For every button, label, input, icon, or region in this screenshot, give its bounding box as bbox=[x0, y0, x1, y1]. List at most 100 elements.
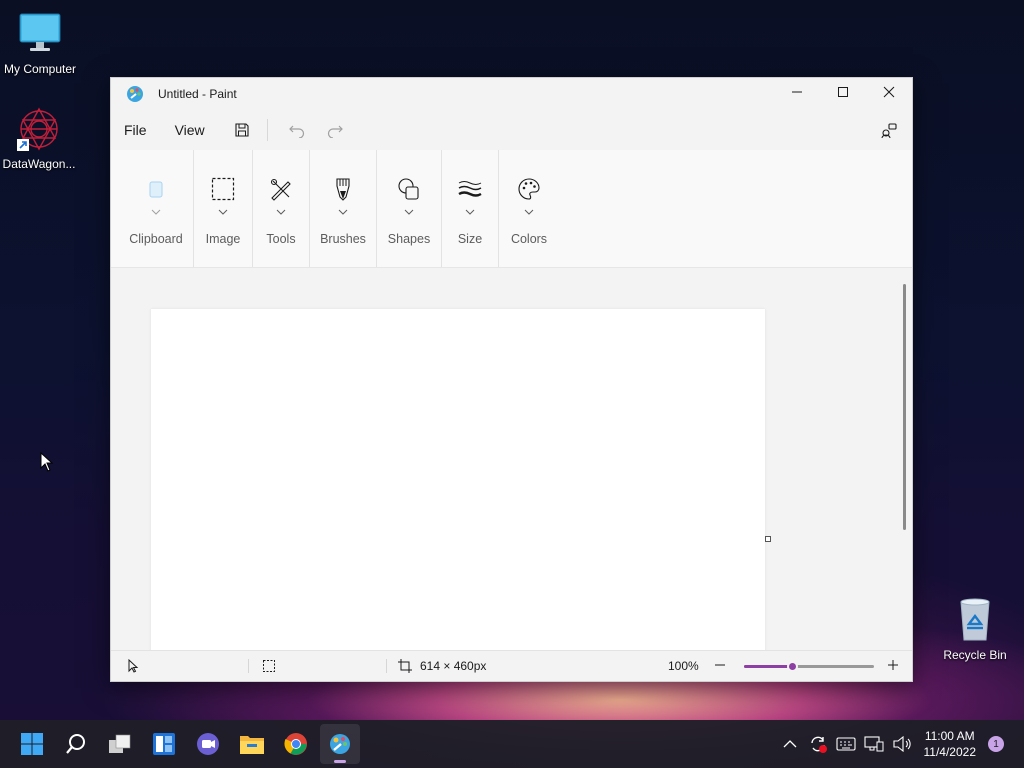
paint-taskbar-button[interactable] bbox=[320, 724, 360, 764]
sync-status-button[interactable] bbox=[806, 732, 830, 756]
paint-palette-icon bbox=[126, 85, 144, 103]
desktop-icon-datawagon[interactable]: DataWagon... bbox=[0, 105, 79, 171]
task-view-button[interactable] bbox=[100, 724, 140, 764]
canvas-size-icon bbox=[398, 659, 412, 673]
redo-icon bbox=[327, 125, 343, 138]
network-button[interactable] bbox=[862, 732, 886, 756]
ribbon-group-shapes[interactable]: Shapes bbox=[377, 150, 442, 267]
start-button[interactable] bbox=[12, 724, 52, 764]
close-button[interactable] bbox=[866, 78, 912, 106]
menu-divider bbox=[266, 119, 268, 141]
canvas-size-text: 614 × 460px bbox=[420, 659, 487, 673]
sync-icon bbox=[810, 736, 827, 753]
chevron-down-icon bbox=[276, 209, 286, 215]
network-icon bbox=[863, 736, 883, 752]
chevron-down-icon bbox=[218, 209, 228, 215]
minimize-icon bbox=[792, 91, 802, 93]
window-controls bbox=[774, 78, 912, 106]
brush-icon bbox=[336, 178, 350, 201]
notification-badge[interactable]: 1 bbox=[988, 736, 1004, 752]
maximize-button[interactable] bbox=[820, 78, 866, 106]
ribbon-group-tools[interactable]: Tools bbox=[253, 150, 310, 267]
palette-icon bbox=[518, 178, 540, 200]
pointer-position-icon bbox=[128, 659, 139, 673]
folder-icon bbox=[240, 736, 264, 754]
search-icon bbox=[66, 734, 85, 754]
paint-window: Untitled - Paint File View Clipboard Ima… bbox=[110, 77, 913, 682]
chrome-icon bbox=[284, 733, 307, 755]
mouse-cursor-icon bbox=[40, 451, 54, 477]
zoom-level[interactable]: 100% bbox=[668, 659, 699, 673]
selection-size-icon bbox=[263, 660, 275, 672]
taskbar: 11:00 AM 11/4/2022 1 bbox=[0, 720, 1024, 768]
selection-icon bbox=[211, 177, 235, 201]
ribbon-toolbar: Clipboard Image Tools Brushes Shapes Siz… bbox=[111, 150, 912, 268]
recycle-bin-icon bbox=[951, 596, 999, 644]
ribbon-group-clipboard[interactable]: Clipboard bbox=[119, 150, 194, 267]
menu-file[interactable]: File bbox=[111, 115, 161, 145]
start-icon bbox=[21, 733, 43, 755]
chevron-down-icon bbox=[465, 209, 475, 215]
ribbon-group-size[interactable]: Size bbox=[442, 150, 499, 267]
zoom-slider-fill bbox=[744, 665, 794, 668]
title-bar[interactable]: Untitled - Paint bbox=[111, 78, 912, 110]
stroke-size-icon bbox=[458, 181, 482, 197]
ribbon-group-label: Tools bbox=[266, 232, 296, 246]
chevron-down-icon bbox=[524, 209, 534, 215]
zoom-slider-thumb[interactable] bbox=[787, 661, 799, 672]
show-hidden-icons-button[interactable] bbox=[778, 732, 802, 756]
minus-icon bbox=[715, 664, 725, 666]
monitor-icon bbox=[16, 10, 64, 58]
undo-icon bbox=[288, 125, 304, 138]
save-button[interactable] bbox=[227, 115, 257, 145]
share-button[interactable] bbox=[874, 115, 904, 145]
datawagon-logo-icon bbox=[15, 105, 63, 153]
menu-bar: File View bbox=[111, 110, 912, 150]
file-explorer-button[interactable] bbox=[232, 724, 272, 764]
canvas-resize-handle[interactable] bbox=[765, 536, 771, 542]
clock[interactable]: 11:00 AM 11/4/2022 bbox=[924, 728, 977, 760]
widgets-button[interactable] bbox=[144, 724, 184, 764]
keyboard-icon bbox=[835, 737, 856, 751]
desktop-icon-label: My Computer bbox=[3, 62, 77, 76]
chevron-up-icon bbox=[783, 740, 796, 748]
shapes-icon bbox=[398, 178, 419, 200]
vertical-scrollbar[interactable] bbox=[903, 284, 906, 530]
task-view-icon bbox=[109, 734, 131, 753]
chat-button[interactable] bbox=[188, 724, 228, 764]
chevron-down-icon bbox=[338, 209, 348, 215]
chrome-button[interactable] bbox=[276, 724, 316, 764]
chat-icon bbox=[197, 733, 219, 755]
chevron-down-icon bbox=[151, 209, 161, 215]
ribbon-group-label: Clipboard bbox=[129, 232, 183, 246]
desktop-icon-label: Recycle Bin bbox=[943, 648, 1007, 662]
clipboard-icon bbox=[149, 181, 163, 198]
ribbon-group-label: Colors bbox=[510, 232, 548, 246]
minimize-button[interactable] bbox=[774, 78, 820, 106]
share-icon bbox=[881, 123, 897, 139]
desktop-icon-recycle-bin[interactable]: Recycle Bin bbox=[935, 596, 1015, 662]
plus-icon bbox=[888, 660, 898, 670]
ribbon-group-image[interactable]: Image bbox=[194, 150, 253, 267]
ribbon-group-label: Shapes bbox=[387, 232, 431, 246]
close-icon bbox=[883, 86, 895, 98]
drawing-canvas[interactable] bbox=[151, 309, 765, 650]
volume-button[interactable] bbox=[890, 732, 914, 756]
desktop-icon-my-computer[interactable]: My Computer bbox=[0, 10, 80, 76]
ribbon-group-label: Size bbox=[457, 232, 483, 246]
taskbar-search-button[interactable] bbox=[56, 724, 96, 764]
redo-button[interactable] bbox=[320, 115, 350, 145]
ribbon-group-label: Image bbox=[205, 232, 241, 246]
zoom-out-button[interactable] bbox=[714, 659, 726, 674]
zoom-slider[interactable] bbox=[744, 661, 874, 672]
zoom-in-button[interactable] bbox=[887, 659, 899, 674]
ribbon-group-colors[interactable]: Colors bbox=[499, 150, 559, 267]
maximize-icon bbox=[838, 87, 848, 97]
keyboard-button[interactable] bbox=[834, 732, 858, 756]
speaker-icon bbox=[892, 735, 911, 753]
widgets-icon bbox=[153, 733, 175, 755]
menu-view[interactable]: View bbox=[161, 115, 219, 145]
ribbon-group-brushes[interactable]: Brushes bbox=[310, 150, 377, 267]
undo-button[interactable] bbox=[282, 115, 312, 145]
system-tray: 11:00 AM 11/4/2022 1 bbox=[776, 720, 1024, 768]
